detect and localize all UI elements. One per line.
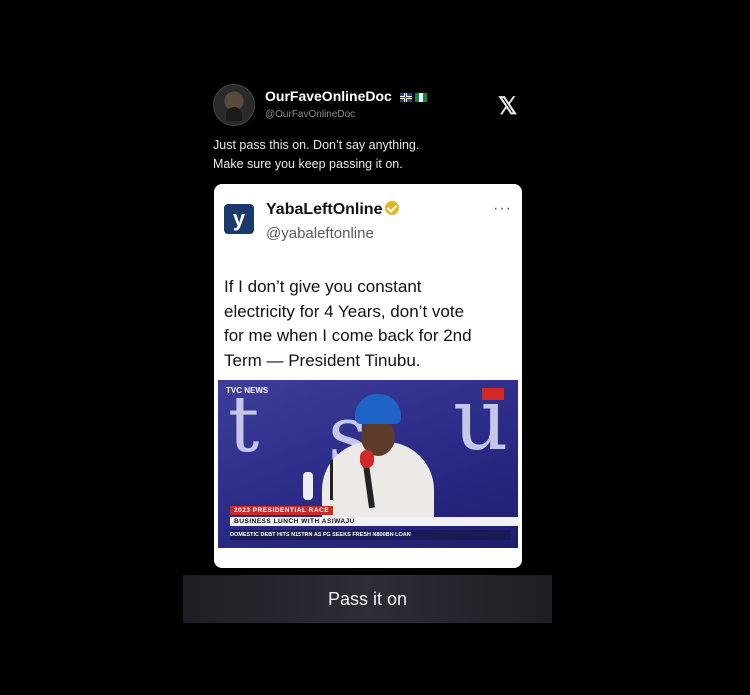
author-handle[interactable]: @OurFavOnlineDoc: [265, 109, 355, 120]
live-badge: [482, 388, 504, 400]
author-name[interactable]: OurFaveOnlineDoc: [265, 88, 427, 104]
quoted-text-line-2: electricity for 4 Years, don’t vote: [224, 301, 465, 321]
pass-it-on-text: Pass it on: [327, 588, 408, 609]
quoted-author-name[interactable]: YabaLeftOnline: [266, 201, 400, 219]
pass-it-on-caption: Pass it on: [183, 575, 552, 623]
verified-icon: [385, 201, 400, 215]
post-text-line-2: Make sure you keep passing it on.: [213, 157, 403, 171]
quoted-author-handle[interactable]: @yabaleftonline: [266, 225, 374, 242]
more-icon[interactable]: ···: [493, 200, 512, 218]
x-logo-icon: 𝕏: [498, 93, 518, 120]
author-name-text[interactable]: OurFaveOnlineDoc: [265, 88, 392, 104]
microphone-stand: [330, 460, 333, 500]
video-thumbnail[interactable]: t s u TVC NEWS 2023 PRESIDENTIAL RACE BU…: [218, 380, 518, 548]
quoted-text-line-3: for me when I come back for 2nd: [224, 326, 472, 345]
lower-third-top: 2023 PRESIDENTIAL RACE: [230, 506, 334, 515]
quoted-author-name-text[interactable]: YabaLeftOnline: [266, 201, 382, 218]
flag-uk-icon: [399, 93, 412, 102]
quoted-text-line-1: If I don’t give you constant: [224, 277, 422, 296]
microphone-head: [360, 450, 374, 468]
avatar[interactable]: [213, 84, 255, 126]
lower-third-bottom: BUSINESS LUNCH WITH ASIWAJU: [230, 517, 518, 526]
microphone: [303, 472, 313, 500]
yaba-logo[interactable]: y: [224, 204, 254, 234]
channel-logo: TVC NEWS: [226, 386, 269, 395]
quoted-text-line-4: Term — President Tinubu.: [224, 350, 421, 370]
speaker-cap: [355, 394, 401, 424]
flag-nigeria-icon: [414, 93, 427, 102]
flags: [399, 93, 427, 102]
quoted-post-card[interactable]: y YabaLeftOnline @yabaleftonline ··· If …: [214, 184, 522, 568]
post-text: Just pass this on. Don’t say anything. M…: [213, 136, 513, 174]
post-text-line-1: Just pass this on. Don’t say anything.: [213, 138, 420, 152]
quoted-text: If I don’t give you constant electricity…: [224, 275, 514, 373]
news-ticker: DOMESTIC DEBT HITS N15TRN AS FG SEEKS FR…: [230, 530, 510, 540]
